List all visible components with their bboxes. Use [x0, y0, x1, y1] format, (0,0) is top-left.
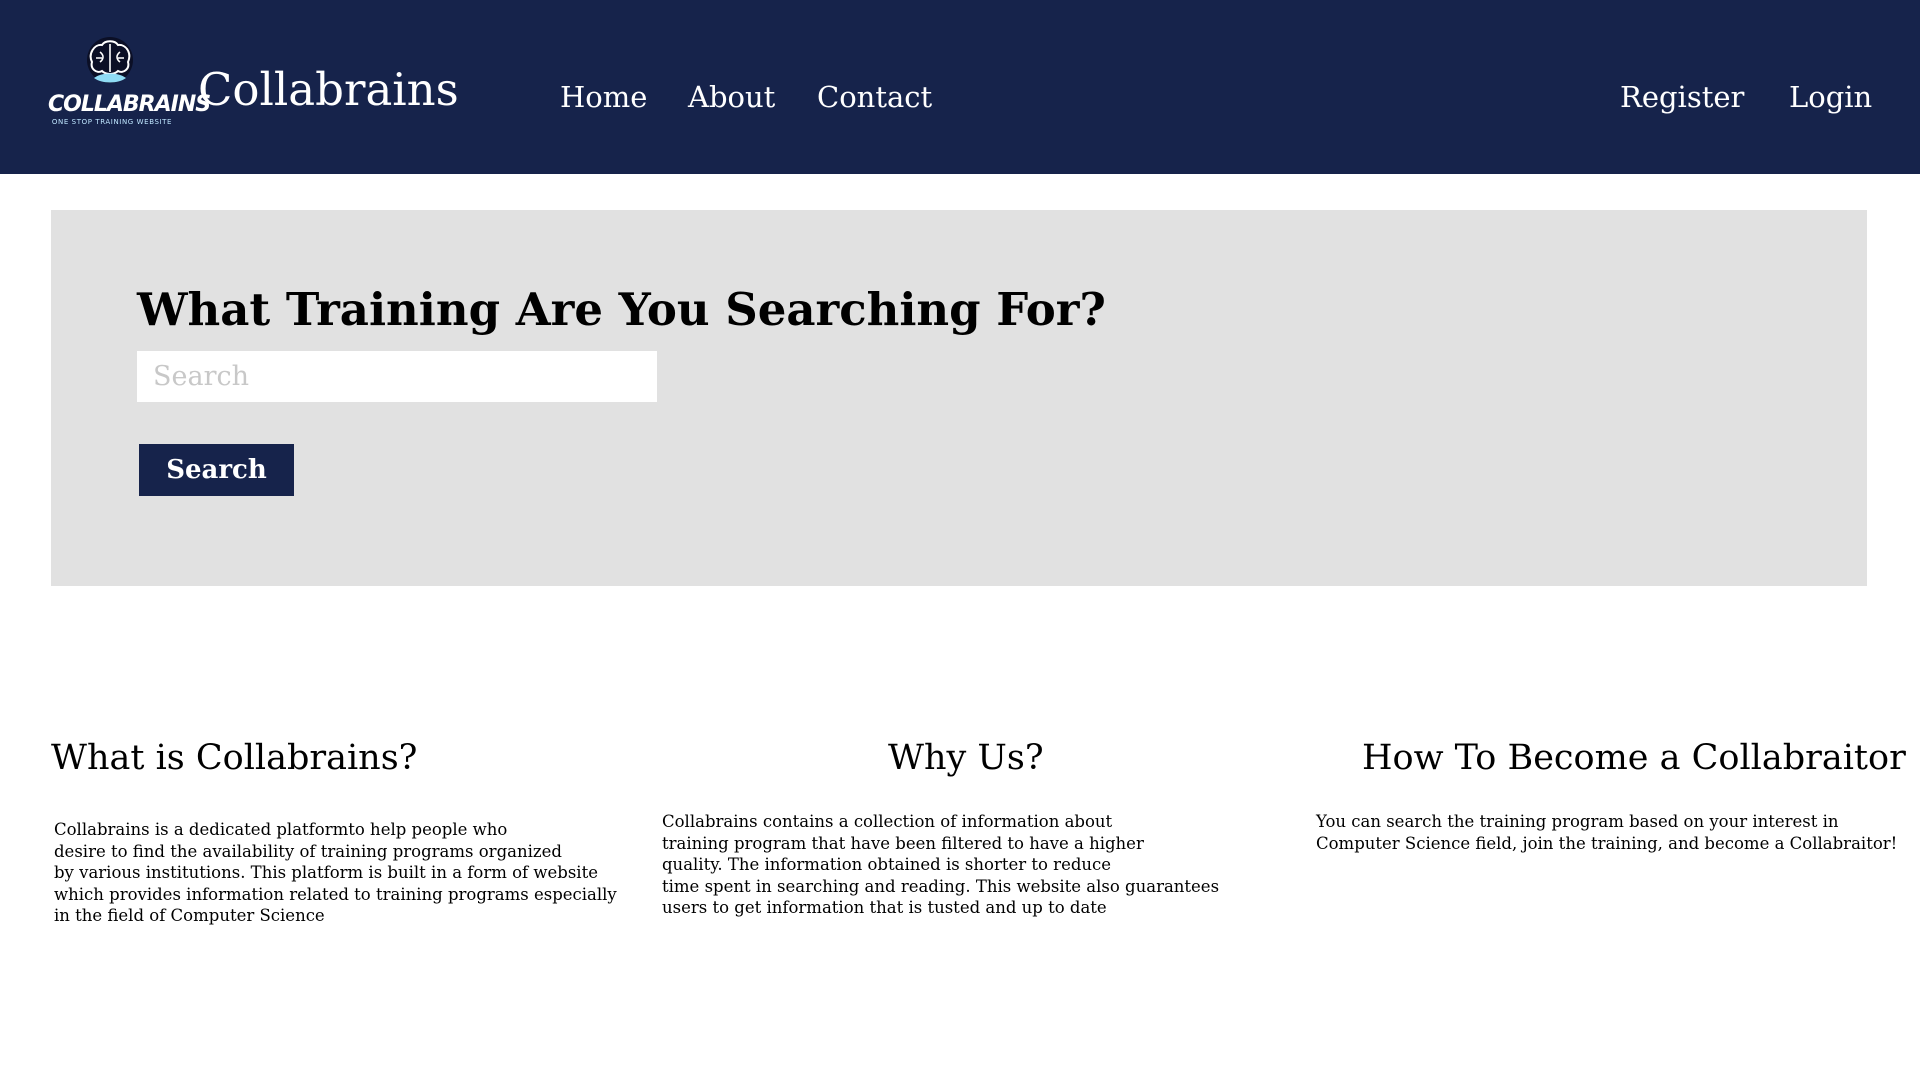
search-button[interactable]: Search	[139, 444, 294, 496]
collabrains-logo[interactable]: COLLABRAINS ONE STOP TRAINING WEBSITE	[48, 36, 211, 132]
navbar: COLLABRAINS ONE STOP TRAINING WEBSITE Co…	[0, 0, 1920, 174]
why-us-text: Collabrains contains a collection of inf…	[662, 812, 1220, 917]
how-to-heading: How To Become a Collabraitor	[1362, 738, 1906, 778]
how-to-text: You can search the training program base…	[1316, 812, 1898, 853]
what-is-text: Collabrains is a dedicated platformto he…	[54, 820, 617, 925]
logo-wordmark: COLLABRAINS	[48, 92, 211, 117]
login-link[interactable]: Login	[1789, 78, 1872, 116]
search-input[interactable]	[137, 351, 657, 402]
why-us-heading: Why Us?	[888, 738, 1044, 778]
what-is-heading: What is Collabrains?	[51, 738, 418, 778]
nav-contact-link[interactable]: Contact	[817, 78, 932, 116]
nav-about-link[interactable]: About	[688, 78, 775, 116]
register-link[interactable]: Register	[1620, 78, 1744, 116]
search-hero: What Training Are You Searching For? Sea…	[51, 210, 1867, 586]
nav-home-link[interactable]: Home	[560, 78, 647, 116]
logo-tagline: ONE STOP TRAINING WEBSITE	[51, 118, 173, 126]
brain-icon	[87, 37, 133, 83]
brand-title[interactable]: Collabrains	[198, 62, 459, 118]
hero-title: What Training Are You Searching For?	[137, 283, 1106, 336]
